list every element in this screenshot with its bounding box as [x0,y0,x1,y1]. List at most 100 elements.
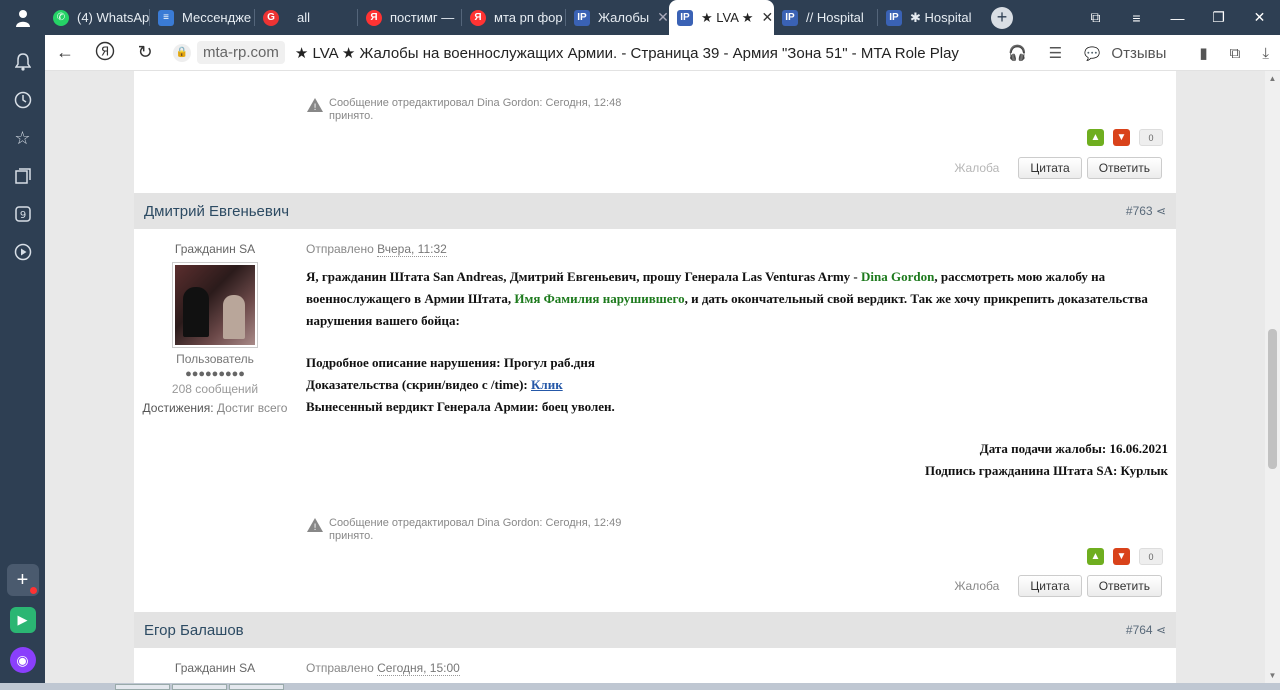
report-link[interactable]: Жалоба [954,161,999,175]
url-domain: mta-rp.com [197,41,285,64]
forum-thread: ! Сообщение отредактировал Dina Gordon: … [134,71,1176,683]
achievements: Достижения: Достиг всего [134,401,296,415]
nine-icon[interactable]: 9 [0,195,45,233]
alice-assistant-icon[interactable]: ◉ [9,647,36,673]
quote-button[interactable]: Цитата [1018,157,1082,179]
vote-count: 0 [1139,129,1163,146]
post-header: Дмитрий Евгеньевич #763 ⋖ [134,193,1176,229]
tab-label: all [297,10,311,25]
download-icon[interactable]: ⤓ [1262,45,1269,62]
page-title: ★ LVA ★ Жалобы на военнослужащих Армии. … [294,44,959,62]
sent-label: Отправлено [306,242,374,256]
tab-label: (4) WhatsAp [77,10,150,25]
tab-all[interactable]: G all [255,0,358,35]
report-link[interactable]: Жалоба [954,579,999,593]
post-number[interactable]: #764 ⋖ [1126,623,1166,637]
tab-postimg[interactable]: Я постимг — [358,0,462,35]
tab-label: Жалобы [598,10,650,25]
tab-mta-forum[interactable]: Я мта рп фор [462,0,566,35]
player-icon[interactable]: ▶ [9,607,36,633]
upvote-button[interactable]: ▲ [1087,129,1104,146]
quote-button[interactable]: Цитата [1018,575,1082,597]
maximize-button[interactable]: ❐ [1198,9,1239,26]
user-group: Гражданин SA [174,242,256,256]
forum-icon: IP [782,9,798,26]
reader-mode-icon[interactable]: ☰ [1049,44,1062,62]
reviews-button[interactable]: 💬 Отзывы [1084,45,1177,62]
collections-toolbar-icon[interactable]: ⧉ [1230,45,1241,62]
user-role: Пользователь [176,352,254,366]
vote-controls: ▲ ▼ 0 [1078,548,1163,565]
tab-hospital-1[interactable]: IP // Hospital [774,0,878,35]
svg-text:Я: Я [101,45,109,59]
video-play-icon[interactable] [0,233,45,271]
forum-icon: IP [886,9,902,26]
whatsapp-icon: ✆ [53,9,69,26]
url-field[interactable]: 🔒 mta-rp.com ★ LVA ★ Жалобы на военнослу… [173,41,959,64]
post-author[interactable]: Егор Балашов [144,622,244,639]
lock-icon[interactable]: 🔒 [173,43,191,62]
page-scrollbar[interactable]: ▲ ▼ [1265,71,1280,683]
browser-sidebar: ☆ 9 + ▶ ◉ [0,35,45,690]
star-icon[interactable]: ☆ [0,119,45,157]
profile-icon[interactable] [0,0,45,35]
forum-icon: IP [574,9,590,26]
downvote-button[interactable]: ▼ [1113,129,1130,146]
upvote-button[interactable]: ▲ [1087,548,1104,565]
scrollbar-thumb[interactable] [1268,329,1277,469]
tab-label: // Hospital [806,10,864,25]
headphones-icon[interactable]: 🎧 [1008,44,1027,62]
bell-icon[interactable] [0,43,45,81]
taskbar-item[interactable] [115,684,170,690]
minimize-button[interactable]: — [1157,10,1198,26]
address-bar: ← Я ↻ 🔒 mta-rp.com ★ LVA ★ Жалобы на вое… [45,35,1280,71]
reply-button[interactable]: Ответить [1086,157,1162,179]
next-post-body: Гражданин SA Отправлено Сегодня, 15:00 [134,648,1176,683]
downvote-button[interactable]: ▼ [1113,548,1130,565]
text-segment: Я, гражданин Штата San Andreas, Дмитрий … [306,269,862,284]
collections-icon[interactable] [0,157,45,195]
history-icon[interactable] [0,81,45,119]
user-info: Гражданин SA Пользователь ●●●●●●●●● 208 … [134,242,296,415]
post-author[interactable]: Дмитрий Евгеньевич [144,203,289,220]
rating-dots: ●●●●●●●●● [185,368,245,380]
reload-icon[interactable]: ↻ [125,42,165,63]
messenger-icon: ≡ [158,9,174,26]
tabs-manager-icon[interactable]: ⧉ [1075,9,1116,26]
user-info: Гражданин SA [134,661,296,675]
edit-note: ! Сообщение отредактировал Dina Gordon: … [306,517,621,543]
sent-date: Вчера, 11:32 [377,242,447,257]
close-tab-icon[interactable]: ✕ [657,9,669,26]
tab-complaints[interactable]: IP Жалобы ✕ [566,0,669,35]
post-number[interactable]: #763 ⋖ [1126,204,1166,218]
yandex-logo-icon[interactable]: Я [85,41,125,64]
back-arrow-icon[interactable]: ← [45,42,85,63]
taskbar-item[interactable] [229,684,284,690]
yandex-icon: Я [470,9,486,26]
os-taskbar [0,683,1280,690]
proof-link[interactable]: Клик [531,377,563,392]
bookmark-icon[interactable]: ▮ [1199,44,1207,62]
avatar[interactable] [172,262,258,348]
tab-messenger[interactable]: ≡ Мессендже [150,0,255,35]
reply-button[interactable]: Ответить [1086,575,1162,597]
post-message: Я, гражданин Штата San Andreas, Дмитрий … [306,266,1168,482]
scroll-down-arrow[interactable]: ▼ [1265,671,1280,680]
message-paragraph: Я, гражданин Штата San Andreas, Дмитрий … [306,266,1168,332]
edit-note-text: Сообщение отредактировал Dina Gordon: Се… [329,517,622,529]
browser-tab-bar: ✆ (4) WhatsAp ≡ Мессендже G all Я постим… [0,0,1280,35]
add-panel-button[interactable]: + [6,564,39,596]
scroll-up-arrow[interactable]: ▲ [1265,74,1280,83]
close-window-button[interactable]: ✕ [1239,9,1280,26]
violation-description: Подробное описание нарушения: Прогул раб… [306,355,595,370]
share-icon[interactable]: ⋖ [1156,623,1166,637]
taskbar-item[interactable] [172,684,227,690]
close-tab-icon[interactable]: ✕ [761,9,773,26]
tab-lva-active[interactable]: IP ★ LVA ★ ✕ [669,0,774,35]
menu-icon[interactable]: ≡ [1116,10,1157,26]
new-tab-button[interactable]: + [991,6,1013,29]
yandex-icon: Я [366,9,382,26]
tab-hospital-2[interactable]: IP ✱ Hospital [878,0,981,35]
share-icon[interactable]: ⋖ [1156,204,1166,218]
tab-whatsapp[interactable]: ✆ (4) WhatsAp [45,0,150,35]
